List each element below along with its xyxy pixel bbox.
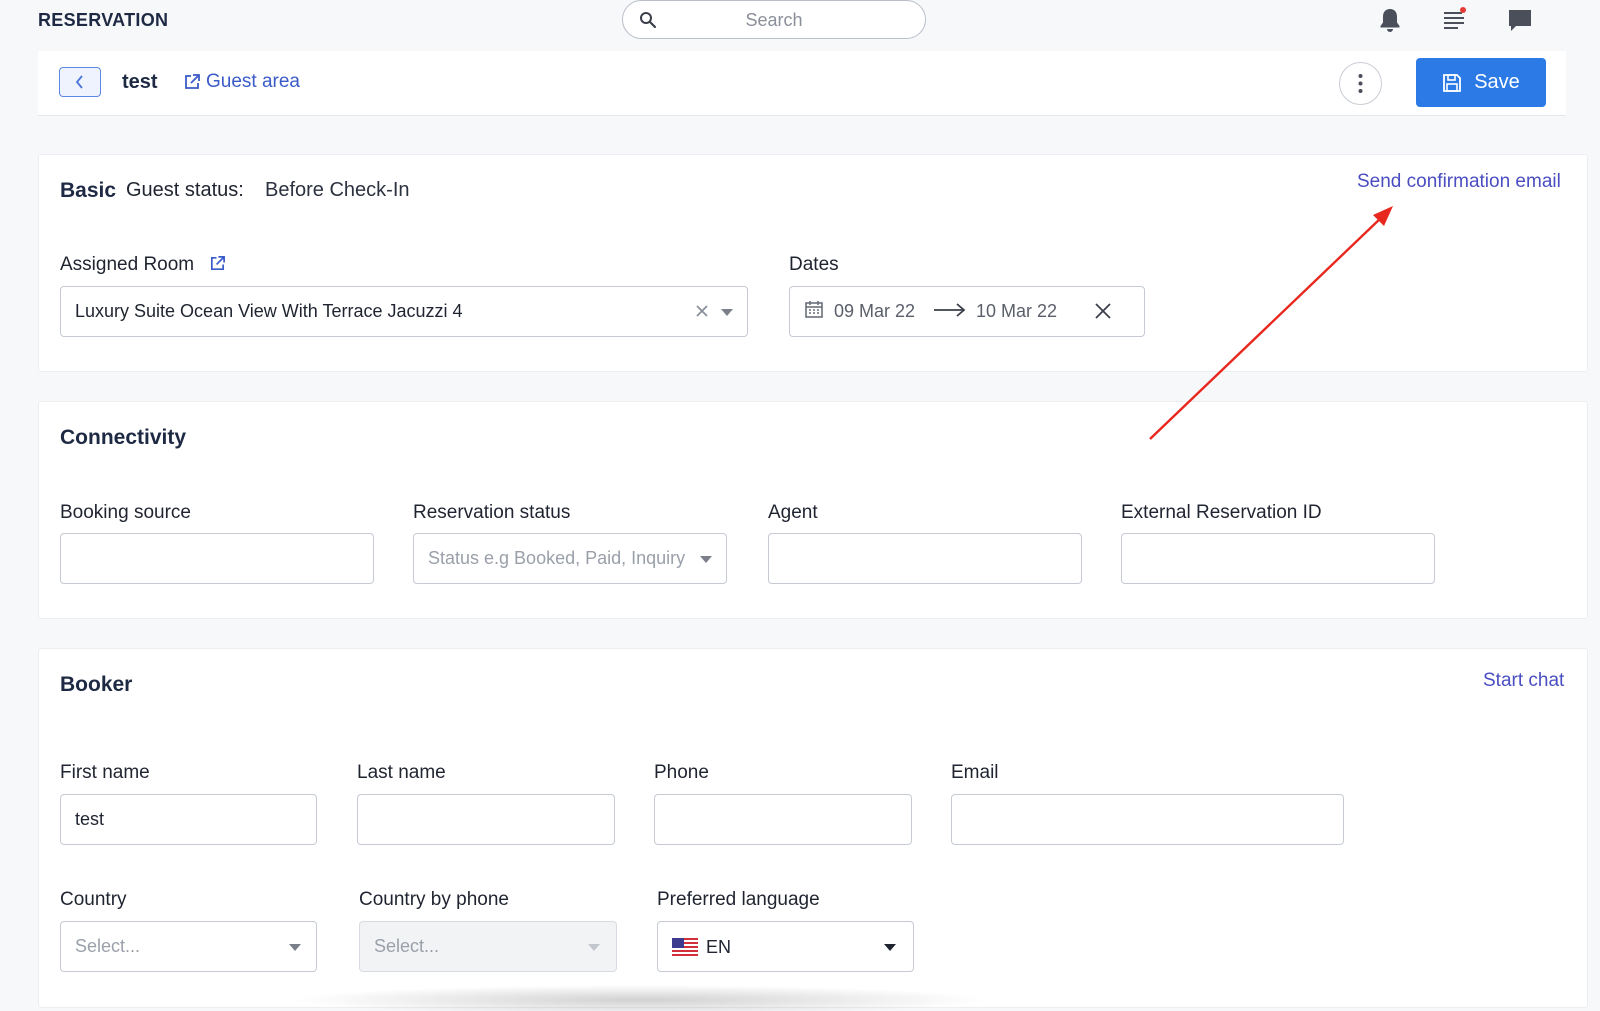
annotation-arrow [1149,206,1393,440]
arrow-line [1149,215,1384,440]
